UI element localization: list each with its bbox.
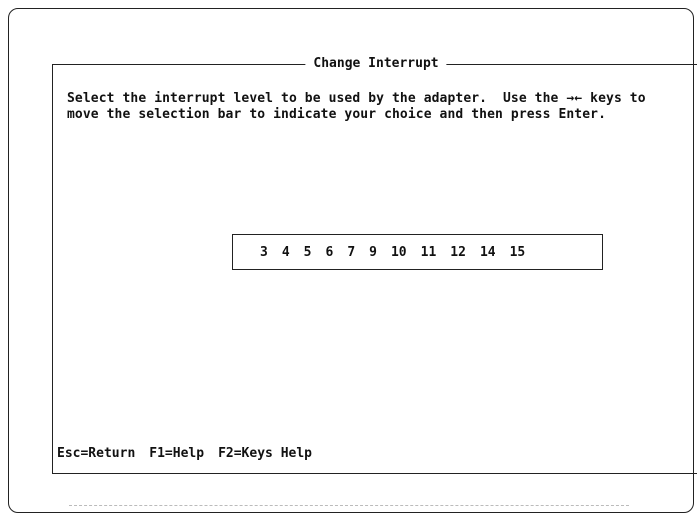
instructions-line-1: Select the interrupt level to be used by… bbox=[67, 91, 646, 106]
f2-keys-help-key[interactable]: F2=Keys Help bbox=[218, 446, 312, 461]
irq-option-12[interactable]: 12 bbox=[443, 245, 473, 260]
window-title: Change Interrupt bbox=[305, 55, 447, 73]
terminal-screen: Change Interrupt Select the interrupt le… bbox=[8, 8, 697, 513]
irq-option-6[interactable]: 6 bbox=[318, 245, 340, 260]
irq-option-4[interactable]: 4 bbox=[275, 245, 297, 260]
instructions-text: Select the interrupt level to be used by… bbox=[67, 91, 682, 123]
irq-option-10[interactable]: 10 bbox=[384, 245, 414, 260]
irq-option-3[interactable]: 3 bbox=[253, 245, 275, 260]
irq-option-15[interactable]: 15 bbox=[503, 245, 533, 260]
esc-return-key[interactable]: Esc=Return bbox=[57, 446, 135, 461]
irq-option-9[interactable]: 9 bbox=[362, 245, 384, 260]
irq-option-7[interactable]: 7 bbox=[340, 245, 362, 260]
irq-option-14[interactable]: 14 bbox=[473, 245, 503, 260]
f1-help-key[interactable]: F1=Help bbox=[149, 446, 204, 461]
instructions-line-2: move the selection bar to indicate your … bbox=[67, 107, 607, 122]
interrupt-level-selector[interactable]: 3 4 5 6 7 9 10 11 12 14 15 bbox=[232, 234, 603, 270]
screen-bottom-edge bbox=[69, 505, 629, 506]
interrupt-level-list: 3 4 5 6 7 9 10 11 12 14 15 bbox=[253, 235, 532, 269]
change-interrupt-window: Change Interrupt Select the interrupt le… bbox=[52, 55, 697, 474]
irq-option-11[interactable]: 11 bbox=[414, 245, 444, 260]
irq-option-5[interactable]: 5 bbox=[297, 245, 319, 260]
function-key-bar: Esc=Return F1=Help F2=Keys Help bbox=[57, 446, 312, 461]
